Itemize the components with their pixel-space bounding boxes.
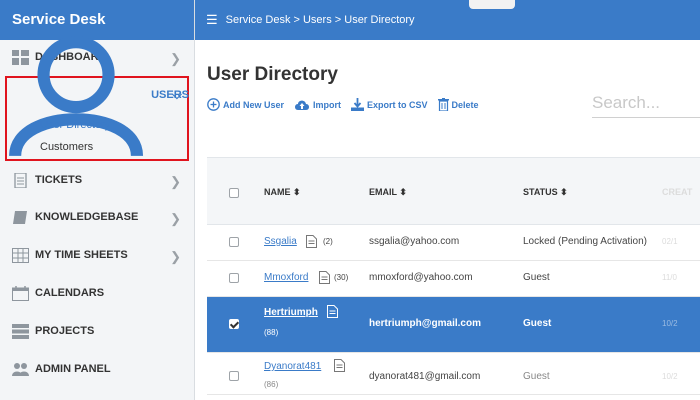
- delete-label: Delete: [451, 99, 479, 110]
- breadcrumb[interactable]: Service Desk > Users > User Directory: [226, 14, 415, 26]
- document-icon[interactable]: [306, 235, 317, 248]
- sidebar-item-label: USERS: [151, 89, 189, 101]
- row-checkbox-checked[interactable]: [229, 319, 239, 329]
- ticket-count: (2): [323, 237, 333, 246]
- document-icon[interactable]: [327, 305, 338, 318]
- chevron-right-icon: ❯: [170, 174, 181, 189]
- user-icon: [9, 36, 144, 156]
- hamburger-menu-icon[interactable]: ☰: [206, 12, 218, 28]
- top-bar: ☰ Service Desk > Users > User Directory: [195, 0, 700, 40]
- chevron-down-icon: ⌵: [172, 87, 182, 102]
- sidebar-item-label: CALENDARS: [35, 287, 105, 299]
- created-date: 11/0: [662, 273, 677, 282]
- ticket-count: (86): [264, 380, 279, 389]
- download-icon: [351, 98, 365, 111]
- table-row[interactable]: Dyanorat481 (86) dyanorat481@gmail.com G…: [207, 353, 700, 395]
- cloud-upload-icon: [295, 100, 310, 110]
- user-name-link[interactable]: Ssgalia: [264, 236, 297, 247]
- user-name-link[interactable]: Mmoxford: [264, 272, 308, 283]
- created-date: 02/1: [662, 237, 678, 246]
- user-email: mmoxford@yahoo.com: [369, 272, 473, 283]
- sidebar-item-label: TICKETS: [35, 174, 83, 186]
- import-label: Import: [313, 99, 342, 110]
- timesheet-icon: [12, 247, 29, 263]
- add-user-label: Add New User: [223, 99, 285, 110]
- header-email[interactable]: EMAIL ⬍: [369, 187, 407, 198]
- calendar-icon: [12, 285, 29, 301]
- table-row[interactable]: Mmoxford (30) mmoxford@yahoo.com Guest 1…: [207, 261, 700, 297]
- header-status[interactable]: STATUS ⬍: [523, 187, 568, 198]
- book-icon: [13, 210, 27, 224]
- select-all-checkbox[interactable]: [229, 188, 239, 198]
- sidebar-item-admin-panel[interactable]: ADMIN PANEL: [0, 350, 195, 388]
- created-date: 10/2: [662, 319, 678, 328]
- user-status: Guest: [523, 318, 552, 329]
- collapse-handle[interactable]: [469, 0, 515, 9]
- trash-icon: [437, 98, 449, 111]
- ticket-icon: [14, 172, 27, 188]
- admin-icon: [12, 362, 29, 376]
- document-icon[interactable]: [334, 359, 345, 372]
- sidebar-subitem-user-directory[interactable]: User Directory: [40, 119, 110, 131]
- row-checkbox[interactable]: [229, 273, 239, 283]
- created-date: 10/2: [662, 372, 678, 381]
- chevron-right-icon: ❯: [170, 211, 181, 226]
- search-input[interactable]: Search...: [592, 90, 700, 118]
- page-title: User Directory: [207, 64, 338, 85]
- chevron-right-icon: ❯: [170, 249, 181, 264]
- main-content: User Directory Add New User Import Expor…: [195, 40, 700, 400]
- sidebar-item-time-sheets[interactable]: MY TIME SHEETS ❯: [0, 236, 195, 274]
- import-button[interactable]: Import: [294, 99, 341, 111]
- sidebar: Service Desk DASHBOARD ❯ USERS ⌵ User Di…: [0, 0, 195, 400]
- header-created[interactable]: CREAT: [662, 187, 692, 197]
- sidebar-item-projects[interactable]: PROJECTS: [0, 312, 195, 350]
- user-name-link[interactable]: Dyanorat481: [264, 361, 321, 372]
- toolbar: Add New User Import Export to CSV Delete: [207, 98, 489, 111]
- sidebar-item-knowledgebase[interactable]: KNOWLEDGEBASE ❯: [0, 198, 195, 236]
- user-email: hertriumph@gmail.com: [369, 318, 481, 329]
- plus-circle-icon: [207, 98, 220, 111]
- table-row[interactable]: Ssgalia (2) ssgalia@yahoo.com Locked (Pe…: [207, 225, 700, 261]
- table-row-selected[interactable]: Hertriumph (88) hertriumph@gmail.com Gue…: [207, 297, 700, 353]
- sidebar-item-calendars[interactable]: CALENDARS: [0, 274, 195, 312]
- sidebar-item-tickets[interactable]: TICKETS ❯: [0, 161, 195, 199]
- user-table: NAME ⬍ EMAIL ⬍ STATUS ⬍ CREAT Ssgalia (2…: [207, 157, 700, 395]
- sidebar-item-label: KNOWLEDGEBASE: [35, 211, 139, 223]
- header-name[interactable]: NAME ⬍: [264, 187, 301, 198]
- document-icon[interactable]: [319, 271, 330, 284]
- user-status: Guest: [523, 272, 550, 283]
- ticket-count: (88): [264, 328, 279, 337]
- sidebar-subitem-customers[interactable]: Customers: [40, 141, 93, 153]
- sidebar-item-users[interactable]: USERS ⌵: [7, 36, 189, 156]
- user-status: Guest: [523, 371, 550, 382]
- sidebar-item-label: PROJECTS: [35, 325, 95, 337]
- delete-button[interactable]: Delete: [437, 98, 479, 111]
- user-status: Locked (Pending Activation): [523, 236, 647, 247]
- row-checkbox[interactable]: [229, 237, 239, 247]
- sidebar-item-label: ADMIN PANEL: [35, 363, 111, 375]
- projects-icon: [12, 323, 29, 339]
- user-email: ssgalia@yahoo.com: [369, 236, 460, 247]
- export-label: Export to CSV: [367, 99, 428, 110]
- user-email: dyanorat481@gmail.com: [369, 371, 481, 382]
- chevron-right-icon: ❯: [170, 51, 181, 66]
- add-user-button[interactable]: Add New User: [207, 98, 284, 111]
- table-header: NAME ⬍ EMAIL ⬍ STATUS ⬍ CREAT: [207, 157, 700, 225]
- ticket-count: (30): [334, 273, 349, 282]
- user-name-link[interactable]: Hertriumph: [264, 307, 318, 318]
- sidebar-item-label: MY TIME SHEETS: [35, 249, 128, 261]
- export-csv-button[interactable]: Export to CSV: [351, 98, 428, 111]
- row-checkbox[interactable]: [229, 371, 239, 381]
